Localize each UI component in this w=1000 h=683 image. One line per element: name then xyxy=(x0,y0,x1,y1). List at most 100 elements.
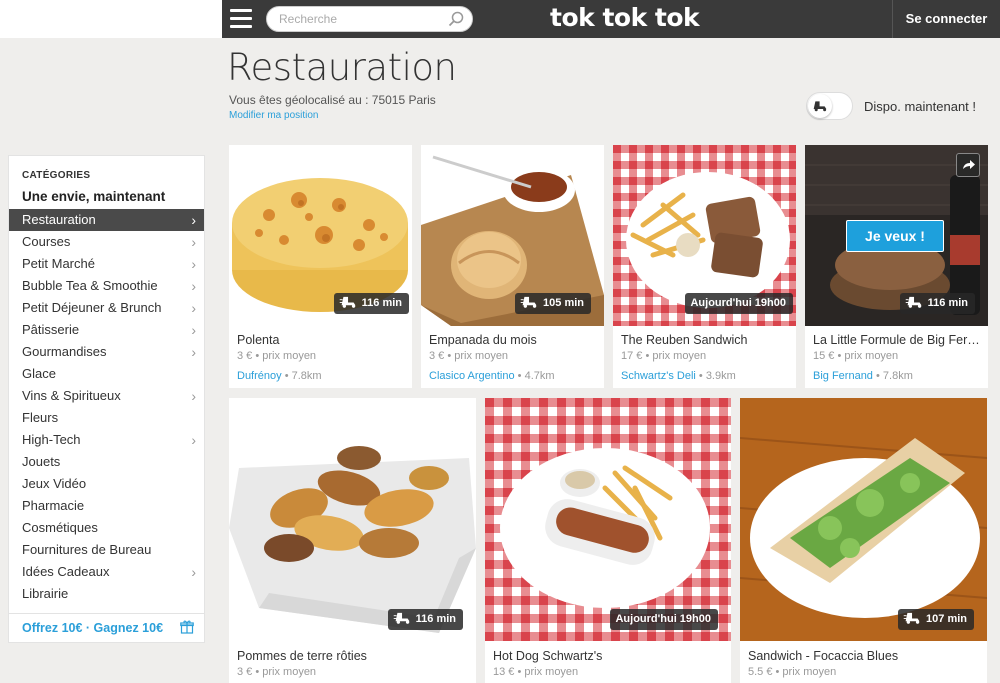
chevron-right-icon: › xyxy=(191,278,196,294)
login-button[interactable]: Se connecter xyxy=(892,0,1000,38)
sidebar-item-label: Cosmétiques xyxy=(22,520,98,535)
sidebar-item[interactable]: Fournitures de Bureau xyxy=(9,539,204,561)
categories-sidebar: CATÉGORIES Une envie, maintenant Restaur… xyxy=(8,155,205,643)
sidebar-item[interactable]: Glace xyxy=(9,363,204,385)
sidebar-item[interactable]: Cosmétiques xyxy=(9,517,204,539)
delivery-badge: 116 min xyxy=(333,293,409,314)
sidebar-item-label: Fournitures de Bureau xyxy=(22,542,152,557)
sidebar-item-label: Pharmacie xyxy=(22,498,85,513)
sidebar-item[interactable]: Gourmandises › xyxy=(9,341,204,363)
product-name[interactable]: La Little Formule de Big Fer… xyxy=(813,333,983,347)
logo[interactable]: tok tok tok xyxy=(550,3,700,32)
sidebar-item-label: Jeux Vidéo xyxy=(22,476,87,491)
sidebar-item[interactable]: Librairie xyxy=(9,583,204,605)
product-name[interactable]: Polenta xyxy=(237,333,407,347)
delivery-badge: 116 min xyxy=(899,293,975,314)
sidebar-item-label: Petit Déjeuner & Brunch xyxy=(22,300,162,315)
shop-distance: • 7.8km xyxy=(284,370,322,382)
product-name[interactable]: Pommes de terre rôties xyxy=(237,649,467,663)
sidebar-item[interactable]: High-Tech › xyxy=(9,429,204,451)
sidebar-item[interactable]: Jouets xyxy=(9,451,204,473)
sidebar-item[interactable]: Petit Marché › xyxy=(9,253,204,275)
delivery-time: Aujourd'hui 19h00 xyxy=(615,613,711,625)
delivery-badge: Aujourd'hui 19h00 xyxy=(685,293,793,314)
sidebar-item-label: Glace xyxy=(22,366,56,381)
shop-link[interactable]: Dufrénoy xyxy=(237,370,282,382)
scooter-icon xyxy=(520,296,537,308)
chevron-right-icon: › xyxy=(191,432,196,448)
chevron-right-icon: › xyxy=(191,344,196,360)
scooter-icon xyxy=(813,101,827,112)
product-image-hotdog xyxy=(485,398,731,641)
product-card[interactable]: Aujourd'hui 19h00 The Reuben Sandwich 17… xyxy=(613,145,796,388)
chevron-right-icon: › xyxy=(191,388,196,404)
dispo-toggle[interactable] xyxy=(806,92,853,120)
sidebar-item[interactable]: Fleurs xyxy=(9,407,204,429)
product-image-focaccia xyxy=(740,398,987,641)
product-shop: Schwartz's Deli • 3.9km xyxy=(621,370,736,382)
product-name[interactable]: Sandwich - Focaccia Blues xyxy=(748,649,978,663)
share-icon[interactable] xyxy=(956,153,980,177)
sidebar-item[interactable]: Vins & Spiritueux › xyxy=(9,385,204,407)
sidebar-item-label: Courses xyxy=(22,234,71,249)
sidebar-item-label: Gourmandises xyxy=(22,344,107,359)
sidebar-subtitle[interactable]: Une envie, maintenant xyxy=(22,189,165,204)
delivery-badge: Aujourd'hui 19h00 xyxy=(610,609,718,630)
sidebar-item[interactable]: Pâtisserie › xyxy=(9,319,204,341)
sidebar-item-label: Fleurs xyxy=(22,410,59,425)
sidebar-item-label: Bubble Tea & Smoothie xyxy=(22,278,158,293)
product-name[interactable]: Empanada du mois xyxy=(429,333,599,347)
product-card[interactable]: Aujourd'hui 19h00 Hot Dog Schwartz's 13 … xyxy=(485,398,731,683)
delivery-time: 107 min xyxy=(926,613,967,625)
sidebar-item[interactable]: Jeux Vidéo xyxy=(9,473,204,495)
sidebar-item-label: Pâtisserie xyxy=(22,322,80,337)
search-box[interactable] xyxy=(266,6,473,32)
chevron-right-icon: › xyxy=(191,322,196,338)
chevron-right-icon: › xyxy=(191,256,196,272)
sidebar-item[interactable]: Bubble Tea & Smoothie › xyxy=(9,275,204,297)
referral-link[interactable]: Offrez 10€ · Gagnez 10€ xyxy=(22,621,163,635)
modify-position-link[interactable]: Modifier ma position xyxy=(229,110,318,121)
product-card[interactable]: 107 min Sandwich - Focaccia Blues 5.5 € … xyxy=(740,398,987,683)
scooter-icon xyxy=(339,296,356,308)
sidebar-title: CATÉGORIES xyxy=(22,170,91,181)
menu-icon[interactable] xyxy=(230,9,252,29)
product-name[interactable]: Hot Dog Schwartz's xyxy=(493,649,723,663)
sidebar-item[interactable]: Courses › xyxy=(9,231,204,253)
shop-link[interactable]: Big Fernand xyxy=(813,370,873,382)
chevron-right-icon: › xyxy=(191,300,196,316)
search-icon[interactable] xyxy=(448,11,464,27)
gift-icon[interactable] xyxy=(180,620,194,634)
scooter-icon xyxy=(903,612,920,624)
sidebar-item-label: Idées Cadeaux xyxy=(22,564,110,579)
product-price: 3 € • prix moyen xyxy=(429,350,509,362)
je-veux-button[interactable]: Je veux ! xyxy=(846,220,944,252)
sidebar-item-label: Petit Marché xyxy=(22,256,95,271)
product-card[interactable]: Je veux ! 116 min La Little Formule de B… xyxy=(805,145,988,388)
delivery-badge: 107 min xyxy=(898,609,974,630)
delivery-time: 105 min xyxy=(543,297,584,309)
shop-distance: • 4.7km xyxy=(517,370,555,382)
product-name[interactable]: The Reuben Sandwich xyxy=(621,333,791,347)
search-input[interactable] xyxy=(279,12,449,26)
sidebar-item[interactable]: Petit Déjeuner & Brunch › xyxy=(9,297,204,319)
shop-link[interactable]: Clasico Argentino xyxy=(429,370,515,382)
chevron-right-icon: › xyxy=(191,564,196,580)
product-shop: Big Fernand • 7.8km xyxy=(813,370,913,382)
product-card[interactable]: 116 min Pommes de terre rôties 3 € • pri… xyxy=(229,398,476,683)
sidebar-item[interactable]: Restauration › xyxy=(9,209,204,231)
shop-distance: • 3.9km xyxy=(698,370,736,382)
chevron-right-icon: › xyxy=(191,212,196,228)
sidebar-footer: Offrez 10€ · Gagnez 10€ xyxy=(9,613,204,643)
delivery-time: 116 min xyxy=(415,613,456,625)
sidebar-item[interactable]: Pharmacie xyxy=(9,495,204,517)
product-card[interactable]: 116 min Polenta 3 € • prix moyen Dufréno… xyxy=(229,145,412,388)
product-image-pommes xyxy=(229,398,476,641)
product-price: 5.5 € • prix moyen xyxy=(748,666,837,678)
chevron-right-icon: › xyxy=(191,234,196,250)
shop-link[interactable]: Schwartz's Deli xyxy=(621,370,696,382)
sidebar-item[interactable]: Idées Cadeaux › xyxy=(9,561,204,583)
product-card[interactable]: 105 min Empanada du mois 3 € • prix moye… xyxy=(421,145,604,388)
shop-distance: • 7.8km xyxy=(876,370,913,382)
sidebar-item-label: Librairie xyxy=(22,586,69,601)
